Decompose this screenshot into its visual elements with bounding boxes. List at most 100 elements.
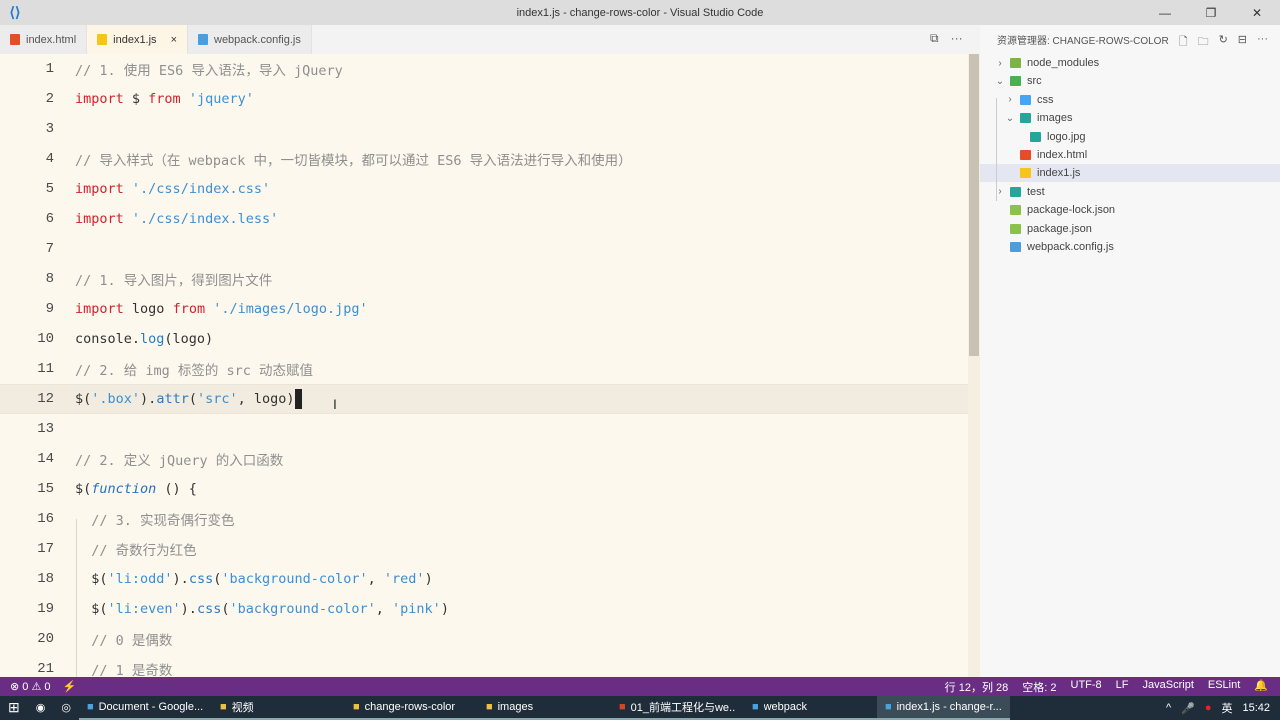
line-number: 13: [37, 421, 54, 437]
tree-item-label: src: [1027, 75, 1042, 88]
code-line: 5 import './css/index.css': [0, 174, 968, 204]
code-token: from: [172, 301, 206, 317]
code-line: 18 $('li:odd').css('background-color', '…: [0, 564, 968, 594]
more-icon[interactable]: ···: [1257, 33, 1268, 52]
tree-item-test[interactable]: › test: [980, 183, 1280, 201]
line-number: 7: [45, 241, 54, 257]
tree-item-package-lock-json[interactable]: package-lock.json: [980, 201, 1280, 219]
taskbar-item[interactable]: ■ images: [477, 696, 611, 720]
code-token: from: [148, 91, 181, 107]
code-token: ).: [172, 571, 189, 587]
problems-indicator[interactable]: ⊗ 0 ⚠ 0: [10, 680, 50, 693]
code-line: 9 import logo from './images/logo.jpg': [0, 294, 968, 324]
code-token: ): [440, 601, 449, 617]
tree-item-css[interactable]: › css: [980, 91, 1280, 109]
code-line: 10 console.log(logo): [0, 324, 968, 354]
tree-item-src[interactable]: ⌄ src: [980, 72, 1280, 90]
maximize-button[interactable]: ❐: [1188, 0, 1234, 25]
chevron-icon[interactable]: ⌄: [994, 76, 1006, 87]
tree-item-images[interactable]: ⌄ images: [980, 109, 1280, 127]
taskbar-item[interactable]: ■ index1.js - change-r...: [876, 696, 1010, 720]
code-line: 3: [0, 114, 968, 144]
vscode-logo-icon: ⟨⟩: [9, 4, 21, 20]
tree-item-package-json[interactable]: package.json: [980, 220, 1280, 238]
html-file-icon: [10, 34, 20, 45]
close-tab-icon[interactable]: ×: [171, 34, 177, 46]
code-line: 2 import $ from 'jquery': [0, 84, 968, 114]
notifications-icon[interactable]: 🔔: [1254, 679, 1268, 695]
webpack-icon: [198, 34, 208, 45]
language-mode[interactable]: JavaScript: [1143, 679, 1194, 695]
chevron-icon[interactable]: ›: [1004, 94, 1016, 105]
sync-icon[interactable]: ⚡: [62, 680, 76, 693]
taskbar-item[interactable]: ■ webpack: [743, 696, 877, 720]
code-editor[interactable]: 1 // 1. 使用 ES6 导入语法，导入 jQuery 2 import $ fr…: [0, 54, 980, 677]
code-token: $(: [75, 481, 92, 497]
code-token: 'pink': [392, 601, 441, 617]
code-line: 7: [0, 234, 968, 264]
tree-item-node_modules[interactable]: › node_modules: [980, 54, 1280, 72]
line-number: 12: [37, 391, 54, 407]
folder-icon: [1020, 94, 1031, 105]
collapse-icon[interactable]: ⊟: [1238, 33, 1247, 52]
indentation[interactable]: 空格: 2: [1022, 679, 1056, 695]
cursor-position[interactable]: 行 12，列 28: [945, 679, 1009, 695]
file-icon: [1030, 131, 1041, 142]
ime-indicator[interactable]: 英: [1221, 700, 1232, 716]
code-token: import: [75, 181, 124, 197]
tray-chevron-icon[interactable]: ^: [1166, 702, 1171, 714]
minimize-button[interactable]: —: [1142, 0, 1188, 25]
line-number: 14: [37, 451, 54, 467]
edge-pin-icon[interactable]: ◎: [53, 696, 79, 720]
taskbar-item[interactable]: ■ 01_前端工程化与we...: [610, 696, 744, 720]
line-number: 3: [45, 121, 54, 137]
encoding[interactable]: UTF-8: [1071, 679, 1102, 695]
code-token: () {: [156, 481, 197, 497]
eslint-status[interactable]: ESLint: [1208, 679, 1240, 695]
close-button[interactable]: ✕: [1234, 0, 1280, 25]
clock[interactable]: 15:42: [1242, 702, 1270, 714]
split-editor-icon[interactable]: ⧉: [930, 31, 939, 46]
tree-item-label: index.html: [1037, 149, 1088, 161]
code-text: $('li:even').css('background-color', 'pi…: [75, 601, 449, 617]
tree-indent-guide: [996, 98, 997, 201]
code-token: // 3. 实现奇偶行变色: [91, 513, 235, 529]
chevron-icon[interactable]: ⌄: [1004, 113, 1016, 124]
code-token: ).: [180, 601, 197, 617]
tab-webpack-config-js[interactable]: webpack.config.js: [188, 25, 312, 54]
code-token: 'red': [383, 571, 425, 587]
code-line: 17 // 奇数行为红色: [0, 534, 968, 564]
tab-index1-js[interactable]: index1.js ×: [87, 25, 188, 54]
file-icon: [1010, 223, 1021, 234]
scrollbar-thumb[interactable]: [969, 54, 979, 356]
new-folder-icon[interactable]: 🗀: [1198, 33, 1209, 52]
code-token: $(: [75, 571, 108, 587]
code-token: css: [188, 571, 214, 587]
tab-index-html[interactable]: index.html: [0, 25, 88, 54]
code-text: // 导入样式（在 webpack 中，一切皆模块，都可以通过 ES6 导入语法…: [75, 149, 632, 169]
line-number: 11: [37, 361, 54, 377]
refresh-icon[interactable]: ↻: [1219, 33, 1228, 52]
taskbar-item[interactable]: ■ Document - Google...: [78, 696, 212, 720]
start-icon[interactable]: ⊞: [0, 696, 28, 720]
code-token: import: [75, 91, 124, 107]
code-text: // 奇数行为红色: [75, 539, 196, 559]
more-actions-icon[interactable]: ···: [951, 31, 963, 46]
record-icon[interactable]: ●: [1205, 702, 1212, 714]
microphone-icon[interactable]: 🎤: [1181, 702, 1195, 715]
tree-item-index1-js[interactable]: index1.js: [980, 164, 1280, 183]
folder-icon: ■: [485, 701, 493, 713]
chevron-icon[interactable]: ›: [994, 58, 1006, 69]
code-text: import $ from 'jquery': [75, 91, 254, 107]
editor-tabs: index.html index1.js × webpack.config.js: [0, 25, 980, 54]
eol[interactable]: LF: [1116, 679, 1129, 695]
tree-item-webpack-config-js[interactable]: webpack.config.js: [980, 238, 1280, 256]
new-file-icon[interactable]: 🗋: [1179, 33, 1188, 52]
taskbar-item[interactable]: ■ 视频: [211, 696, 345, 720]
browser-pin-icon[interactable]: ◉: [28, 696, 54, 720]
terminal-icon: ■: [751, 701, 759, 713]
taskbar-item[interactable]: ■ change-rows-color: [344, 696, 478, 720]
tree-item-logo-jpg[interactable]: logo.jpg: [980, 128, 1280, 146]
tree-item-index-html[interactable]: index.html: [980, 146, 1280, 164]
